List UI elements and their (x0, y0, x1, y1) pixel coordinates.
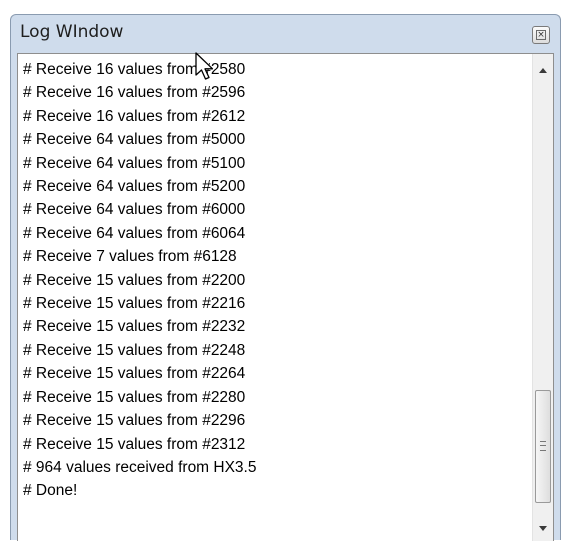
chevron-up-icon[interactable] (539, 68, 547, 73)
log-line: # Receive 7 values from #6128 (23, 248, 237, 266)
log-pane[interactable]: # Receive 16 values from #2580 # Receive … (17, 53, 554, 541)
log-line: # Receive 16 values from #2580 (23, 61, 246, 78)
log-line: # Receive 64 values from #6000 (23, 201, 246, 219)
log-line: # Receive 64 values from #5200 (23, 178, 246, 196)
log-line: # 964 values received from HX3.5 (23, 458, 257, 476)
log-line: # Receive 15 values from #2280 (23, 388, 246, 406)
mouse-pointer-icon (195, 52, 214, 80)
log-line: # Receive 15 values from #2312 (23, 435, 246, 453)
log-line: # Receive 15 values from #2232 (23, 318, 246, 336)
log-line: # Done! (23, 482, 78, 500)
title-bar[interactable]: Log WIndow × (11, 15, 560, 51)
chevron-down-icon[interactable] (539, 526, 547, 531)
log-line: # Receive 16 values from #2612 (23, 107, 246, 125)
log-line: # Receive 64 values from #5000 (23, 131, 246, 149)
scrollbar-thumb[interactable] (535, 390, 551, 503)
vertical-scrollbar[interactable] (532, 54, 553, 541)
log-line: # Receive 64 values from #5100 (23, 154, 246, 172)
grip-icon (540, 441, 546, 451)
log-lines: # Receive 16 values from #2580 # Receive … (23, 58, 518, 503)
log-line: # Receive 16 values from #2596 (23, 84, 246, 102)
window-title: Log WIndow (20, 22, 124, 42)
log-line: # Receive 15 values from #2264 (23, 365, 246, 383)
log-window: Log WIndow × # Receive 16 values from #2… (10, 14, 561, 541)
log-line: # Receive 64 values from #6064 (23, 224, 246, 242)
log-line: # Receive 15 values from #2200 (23, 271, 246, 289)
log-line: # Receive 15 values from #2248 (23, 341, 246, 359)
log-line: # Receive 15 values from #2296 (23, 412, 246, 430)
close-button[interactable]: × (532, 26, 550, 44)
log-line: # Receive 15 values from #2216 (23, 295, 246, 313)
close-icon: × (536, 30, 546, 40)
